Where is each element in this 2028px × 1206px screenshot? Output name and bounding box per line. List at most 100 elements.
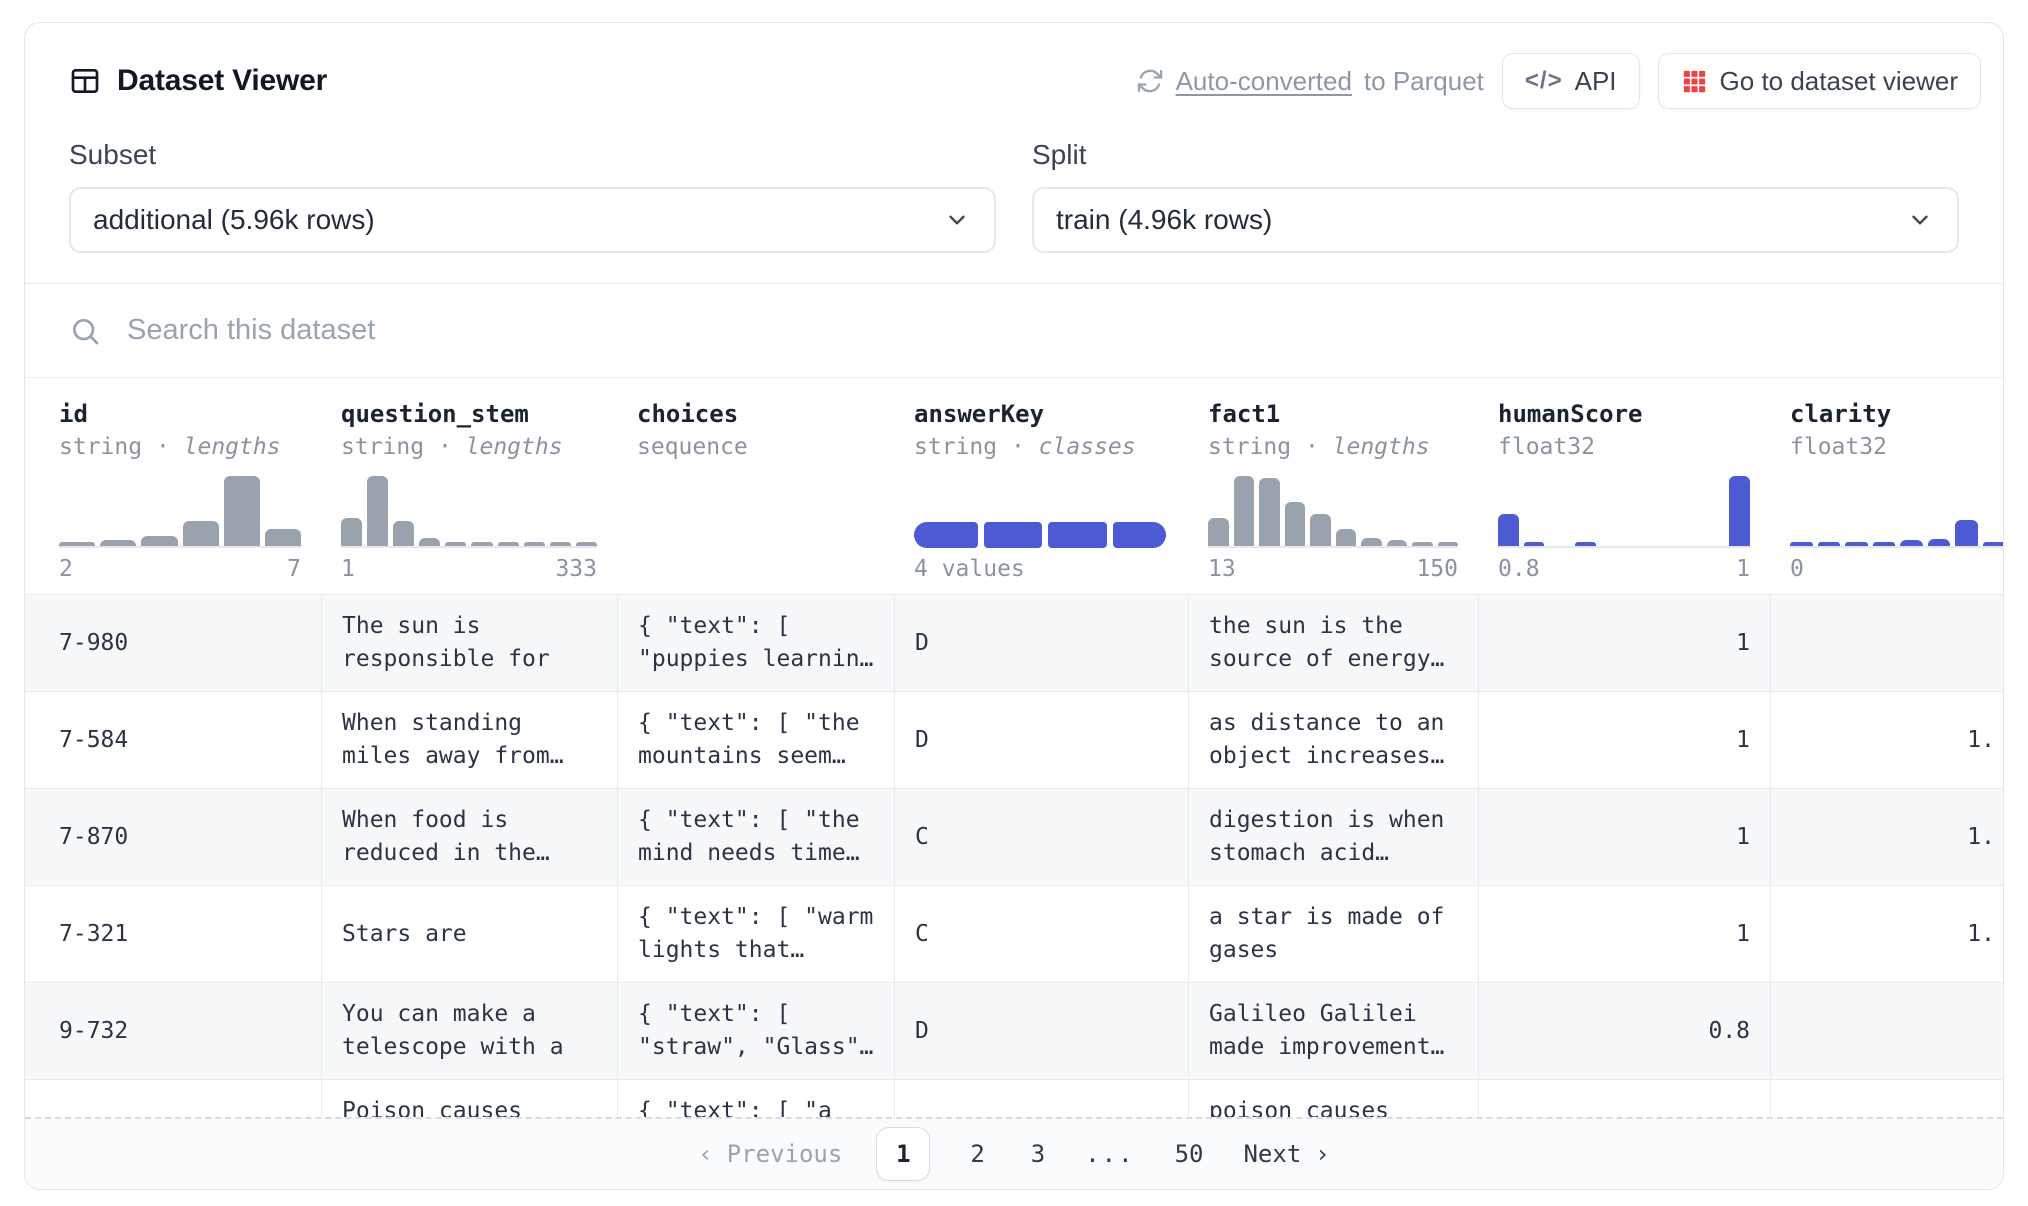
cell-choices: { "text": [ "the mind needs time… [617,789,894,885]
table-row: 9-732You can make a telescope with a{ "t… [25,983,2003,1080]
class-segment [984,522,1043,548]
column-header-humanScore: humanScorefloat320.81 [1478,378,1770,594]
subset-value: additional (5.96k rows) [93,204,375,236]
cell-id: 7-584 [25,692,321,788]
data-table: idstring · lengths27question_stemstring … [25,378,2003,1117]
class-segment [1048,522,1107,548]
split-select[interactable]: train (4.96k rows) [1032,187,1959,253]
histogram-bar [445,542,466,546]
axis-labels: 4 values [914,556,1168,582]
cell-question_stem: When food is reduced in the… [321,789,617,885]
pagination-ellipsis: ... [1085,1140,1134,1168]
histogram-bar [1336,529,1357,546]
column-type: string · lengths [1208,434,1458,460]
axis-labels: 0.81 [1498,556,1750,582]
classes-bar [914,476,1168,548]
histogram-bar [1790,542,1813,546]
table-row: 7-584When standing miles away from…{ "te… [25,692,2003,789]
column-header-fact1: fact1string · lengths13150 [1188,378,1478,594]
previous-page-button[interactable]: ‹Previous [698,1140,842,1168]
cell-humanScore: 1 [1478,886,1770,982]
cell-answerKey: C [894,886,1188,982]
cell-answerKey: D [894,595,1188,691]
auto-converted-link[interactable]: Auto-converted [1176,66,1352,97]
column-header-answerKey: answerKey string · classes 4 values [894,378,1188,594]
column-header-choices: choices sequence [617,378,894,594]
cell-humanScore: 0.8 [1478,983,1770,1079]
histogram-bar [265,529,301,546]
cell-answerKey: D [894,983,1188,1079]
cell-humanScore: 1 [1478,595,1770,691]
search-input[interactable] [127,314,1959,347]
auto-converted-rest: to Parquet [1364,66,1484,97]
class-segment [1113,522,1166,548]
histogram-bar [1928,539,1951,546]
histogram [1208,476,1458,548]
dataset-viewer-card: Dataset Viewer Auto-converted to Parquet… [24,22,2004,1190]
cell-fact1: a star is made of gases [1188,886,1478,982]
goto-dataset-viewer-button[interactable]: Go to dataset viewer [1658,53,1981,109]
subset-label: Subset [69,139,996,171]
histogram-bar [1873,542,1896,546]
column-name: humanScore [1498,400,1750,428]
axis-labels: 1333 [341,556,597,582]
column-headers: idstring · lengths27question_stemstring … [25,378,2003,595]
column-name: fact1 [1208,400,1458,428]
cell-question_stem: Stars are [321,886,617,982]
chevron-down-icon [944,207,970,233]
histogram-bar [1524,542,1545,546]
column-name: question_stem [341,400,597,428]
search-icon [69,315,101,347]
page-3-button[interactable]: 3 [1025,1140,1051,1168]
subset-select[interactable]: additional (5.96k rows) [69,187,996,253]
histogram-bar [1955,520,1978,546]
cell-id: 9-782 [25,1080,321,1117]
cell-id: 9-732 [25,983,321,1079]
table-row: 7-870When food is reduced in the…{ "text… [25,789,2003,886]
column-header-question_stem: question_stemstring · lengths1333 [321,378,617,594]
cell-choices: { "text": [ "warm lights that… [617,886,894,982]
column-name: answerKey [914,400,1168,428]
chevron-left-icon: ‹ [698,1140,712,1168]
search-bar [25,284,2003,378]
page-1-button[interactable]: 1 [876,1127,930,1181]
histogram-bar [1983,542,2004,546]
cell-clarity: 1. [1770,886,2003,982]
page-50-button[interactable]: 50 [1169,1140,1210,1168]
api-button[interactable]: </> API [1502,53,1640,109]
histogram-bar [1208,518,1229,546]
cell-clarity: 1. [1770,692,2003,788]
histogram-bar [1234,476,1255,546]
histogram-bar [550,542,571,546]
cell-question_stem: You can make a telescope with a [321,983,617,1079]
histogram-bar [341,518,362,546]
cell-fact1: the sun is the source of energy… [1188,595,1478,691]
code-icon: </> [1525,67,1563,95]
red-grid-icon [1681,68,1708,95]
column-type: sequence [637,434,874,460]
cell-fact1: Galileo Galilei made improvement… [1188,983,1478,1079]
auto-converted-note: Auto-converted to Parquet [1136,66,1484,97]
next-page-button[interactable]: Next› [1243,1140,1329,1168]
column-name: id [59,400,301,428]
histogram-bar [576,542,597,546]
page-2-button[interactable]: 2 [964,1140,990,1168]
histogram-bar [59,542,95,546]
cell-clarity: 1. [1770,1080,2003,1117]
selectors-section: Subset additional (5.96k rows) Split tra… [25,115,2003,283]
histogram-bar [183,521,219,546]
cell-fact1: poison causes harm to living… [1188,1080,1478,1117]
cell-clarity: 1. [1770,789,2003,885]
histogram-bar [1729,476,1750,546]
page-title: Dataset Viewer [117,64,327,98]
cell-question_stem: Poison causes harm to which of… [321,1080,617,1117]
column-type: string · classes [914,434,1168,460]
histogram-bar [1900,540,1923,546]
histogram [1790,476,2003,548]
column-name: choices [637,400,874,428]
class-segment [914,522,978,548]
histogram [1498,476,1750,548]
table-body: 7-980The sun is responsible for{ "text":… [25,595,2003,1117]
histogram-bar [1387,540,1408,546]
histogram-bar [524,542,545,546]
